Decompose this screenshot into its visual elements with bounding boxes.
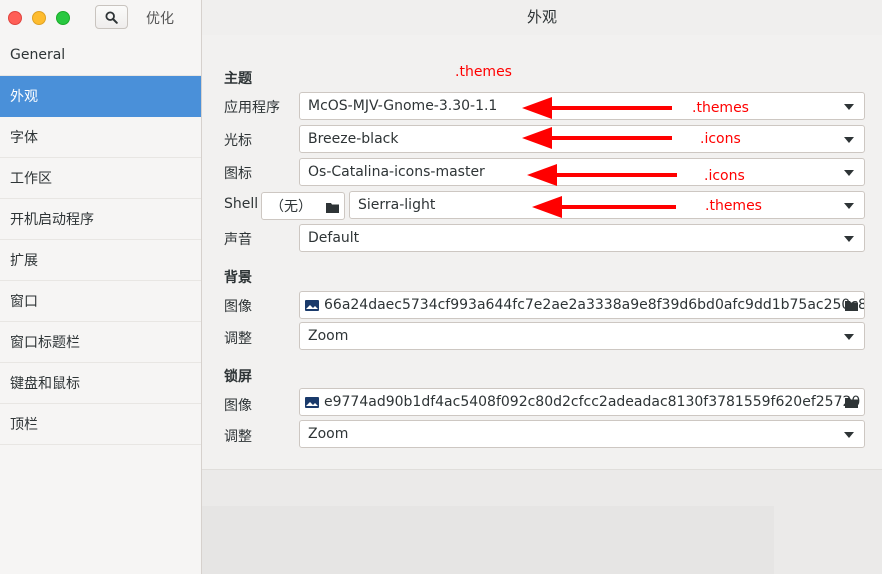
themes-heading: 主题 (224, 71, 252, 87)
search-button[interactable] (95, 5, 128, 29)
sidebar-item-top-bar[interactable]: 顶栏 (0, 404, 201, 445)
chevron-down-icon (844, 170, 854, 176)
chevron-down-icon (844, 334, 854, 340)
annotation-arrow-icons (527, 164, 677, 186)
sound-label: 声音 (224, 232, 252, 248)
lockscreen-image-label: 图像 (224, 398, 252, 414)
image-icon (305, 396, 319, 408)
lockscreen-image-value: e9774ad90b1df4ac5408f092c80d2cfcc2adeada… (324, 394, 861, 410)
folder-icon (326, 203, 339, 213)
sound-theme-dropdown[interactable]: Default (299, 224, 865, 252)
lockscreen-adjust-dropdown[interactable]: Zoom (299, 420, 865, 448)
background-heading: 背景 (224, 270, 252, 286)
shell-theme-value: Sierra-light (358, 197, 436, 213)
cursor-label: 光标 (224, 133, 252, 149)
shell-label: Shell (224, 196, 259, 212)
applications-label: 应用程序 (224, 100, 280, 116)
sidebar: 优化 General 外观 字体 工作区 开机启动程序 扩展 窗口 窗口标题栏 … (0, 0, 202, 574)
lockscreen-adjust-value: Zoom (308, 426, 349, 442)
sidebar-titlebar: 优化 (0, 0, 202, 35)
shell-file-value: （无） (270, 199, 312, 215)
app-title: 优化 (146, 11, 174, 27)
annotation-icons-label: .icons (704, 168, 745, 184)
annotation-arrow-cursor (522, 127, 672, 149)
image-icon (305, 299, 319, 311)
annotation-applications-label: .themes (692, 100, 749, 116)
sound-theme-value: Default (308, 230, 360, 246)
annotation-shell-label: .themes (705, 198, 762, 214)
chevron-down-icon (844, 432, 854, 438)
icons-label: 图标 (224, 166, 252, 182)
lockscreen-adjust-label: 调整 (224, 429, 252, 445)
sidebar-nav: General 外观 字体 工作区 开机启动程序 扩展 窗口 窗口标题栏 键盘和… (0, 35, 201, 445)
sidebar-item-windows[interactable]: 窗口 (0, 281, 201, 322)
folder-icon (845, 301, 858, 311)
chevron-down-icon (844, 203, 854, 209)
annotation-cursor-label: .icons (700, 131, 741, 147)
background-image-label: 图像 (224, 299, 252, 315)
close-window-button[interactable] (8, 11, 22, 25)
sidebar-item-fonts[interactable]: 字体 (0, 117, 201, 158)
annotation-arrow-applications (522, 97, 672, 119)
cursor-theme-value: Breeze-black (308, 131, 399, 147)
folder-icon (845, 398, 858, 408)
background-adjust-label: 调整 (224, 331, 252, 347)
chevron-down-icon (844, 236, 854, 242)
lockscreen-image-chooser[interactable]: e9774ad90b1df4ac5408f092c80d2cfcc2adeada… (299, 388, 865, 416)
bottom-panel (202, 506, 774, 574)
chevron-down-icon (844, 104, 854, 110)
sidebar-item-extensions[interactable]: 扩展 (0, 240, 201, 281)
chevron-down-icon (844, 137, 854, 143)
sidebar-item-workspaces[interactable]: 工作区 (0, 158, 201, 199)
icons-theme-value: Os-Catalina-icons-master (308, 164, 485, 180)
applications-theme-value: McOS-MJV-Gnome-3.30-1.1 (308, 98, 498, 114)
sidebar-item-general[interactable]: General (0, 35, 201, 76)
page-title: 外观 (526, 8, 557, 26)
shell-theme-file-chooser[interactable]: （无） (261, 192, 345, 220)
main-panel: 外观 主题 应用程序 McOS-MJV-Gnome-3.30-1.1 光标 Br… (202, 0, 882, 574)
annotation-top-label: .themes (455, 64, 512, 80)
background-adjust-value: Zoom (308, 328, 349, 344)
sidebar-item-appearance[interactable]: 外观 (0, 76, 201, 117)
sidebar-item-window-titlebars[interactable]: 窗口标题栏 (0, 322, 201, 363)
sidebar-item-startup-apps[interactable]: 开机启动程序 (0, 199, 201, 240)
maximize-window-button[interactable] (56, 11, 70, 25)
background-adjust-dropdown[interactable]: Zoom (299, 322, 865, 350)
minimize-window-button[interactable] (32, 11, 46, 25)
sidebar-item-keyboard-mouse[interactable]: 键盘和鼠标 (0, 363, 201, 404)
search-icon (105, 10, 118, 24)
bottom-background (202, 470, 882, 574)
background-image-value: 66a24daec5734cf993a644fc7e2ae2a3338a9e8f… (324, 297, 865, 313)
lockscreen-heading: 锁屏 (224, 369, 252, 385)
background-image-chooser[interactable]: 66a24daec5734cf993a644fc7e2ae2a3338a9e8f… (299, 291, 865, 319)
annotation-arrow-shell (532, 196, 676, 218)
